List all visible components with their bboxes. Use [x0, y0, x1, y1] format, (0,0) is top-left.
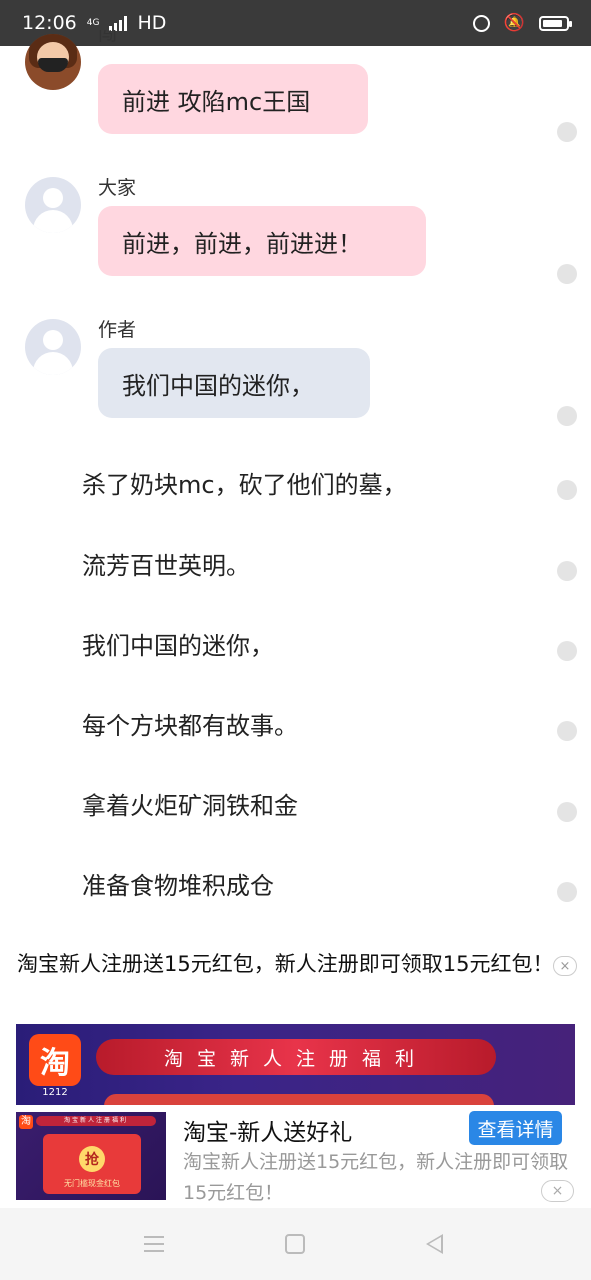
- hd-label: HD: [137, 12, 167, 34]
- avatar[interactable]: [25, 177, 81, 233]
- avatar[interactable]: [25, 319, 81, 375]
- network-type: 4G: [86, 17, 100, 28]
- taobao-logo-icon: 淘: [29, 1034, 81, 1086]
- ad-title[interactable]: 淘宝新人注册送15元红包，新人注册即可领取15元红包！: [17, 946, 572, 982]
- ad-card-title[interactable]: 淘宝-新人送好礼: [183, 1113, 352, 1147]
- ad-thumbnail[interactable]: 淘 淘宝新人注册福利 抢 无门槛现金红包: [16, 1112, 166, 1200]
- story-line: 流芳百世英明。: [82, 552, 250, 580]
- story-line: 我们中国的迷你，: [82, 632, 274, 660]
- battery-icon: [539, 15, 572, 31]
- more-dot[interactable]: [557, 561, 577, 581]
- more-dot[interactable]: [557, 641, 577, 661]
- home-button[interactable]: [275, 1228, 315, 1260]
- sync-icon: [472, 14, 490, 32]
- chat-bubble[interactable]: 前进 攻陷mc王国: [98, 64, 368, 134]
- envelope-caption: 无门槛现金红包: [64, 1179, 120, 1188]
- close-icon[interactable]: ×: [553, 956, 577, 976]
- grab-badge: 抢: [79, 1146, 105, 1172]
- back-button[interactable]: [414, 1228, 454, 1260]
- navigation-bar: [0, 1208, 591, 1280]
- ad-banner[interactable]: 淘 1212 淘宝新人注册福利: [16, 1024, 575, 1108]
- status-left: 12:06 4G HD: [22, 12, 166, 34]
- status-time: 12:06: [22, 12, 77, 34]
- taobao-logo-icon: 淘: [19, 1115, 33, 1129]
- banner-strip: 淘宝新人注册福利: [96, 1039, 496, 1075]
- menu-icon: [144, 1236, 164, 1252]
- more-dot[interactable]: [557, 406, 577, 426]
- ad-card[interactable]: 淘 淘宝新人注册福利 抢 无门槛现金红包 淘宝-新人送好礼 查看详情 淘宝新人注…: [0, 1105, 591, 1210]
- sender-name: 作者: [98, 319, 137, 341]
- mute-icon: 🔕: [503, 13, 525, 33]
- view-details-button[interactable]: 查看详情: [469, 1111, 562, 1145]
- logo-subtext: 1212: [42, 1087, 68, 1098]
- more-dot[interactable]: [557, 882, 577, 902]
- chat-bubble[interactable]: 前进，前进，前进进！: [98, 206, 426, 276]
- status-bar: 12:06 4G HD 🔕: [0, 0, 591, 46]
- more-dot[interactable]: [557, 122, 577, 142]
- menu-button[interactable]: [134, 1228, 174, 1260]
- more-dot[interactable]: [557, 721, 577, 741]
- sender-name: 大家: [98, 177, 137, 199]
- status-right: 🔕: [472, 13, 572, 33]
- home-icon: [285, 1234, 305, 1254]
- signal-icon: [109, 15, 128, 31]
- close-icon[interactable]: ×: [541, 1180, 574, 1202]
- avatar[interactable]: [25, 34, 81, 90]
- story-line: 每个方块都有故事。: [82, 712, 298, 740]
- ad-card-description[interactable]: 淘宝新人注册送15元红包，新人注册即可领取15元红包！: [183, 1147, 578, 1209]
- story-line: 拿着火炬矿洞铁和金: [82, 792, 298, 820]
- battery-fill: [543, 19, 562, 27]
- more-dot[interactable]: [557, 480, 577, 500]
- thumb-strip: 淘宝新人注册福利: [36, 1116, 156, 1126]
- chat-bubble[interactable]: 我们中国的迷你，: [98, 348, 370, 418]
- more-dot[interactable]: [557, 264, 577, 284]
- more-dot[interactable]: [557, 802, 577, 822]
- story-line: 准备食物堆积成仓: [82, 872, 274, 900]
- sender-name: 闯: [98, 30, 118, 45]
- back-icon: [425, 1234, 443, 1254]
- story-line: 杀了奶块mc，砍了他们的墓，: [82, 471, 407, 499]
